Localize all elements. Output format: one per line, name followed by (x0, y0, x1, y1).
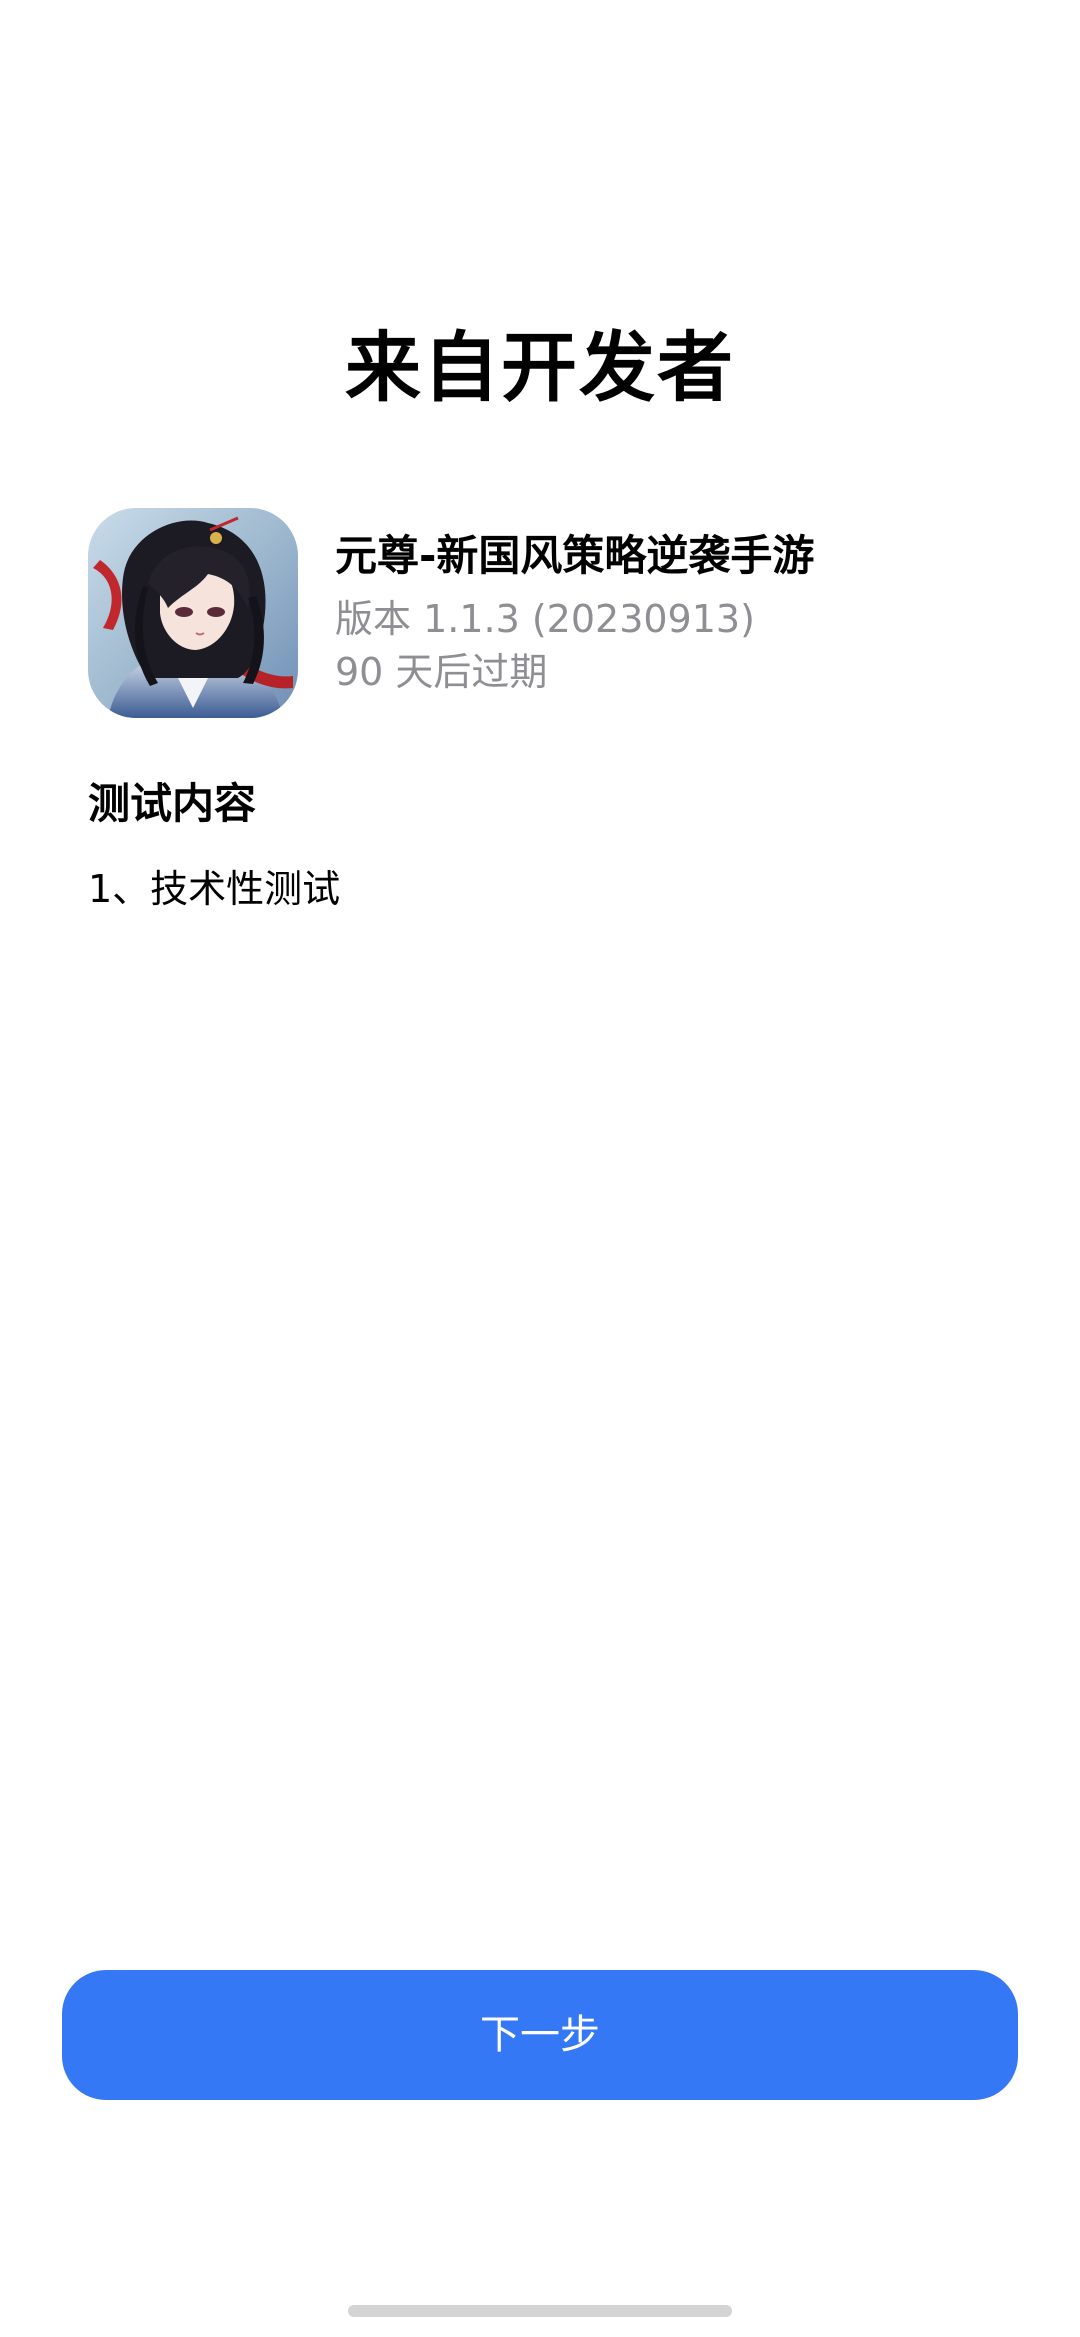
page-title: 来自开发者 (345, 323, 735, 412)
app-version: 版本 1.1.3 (20230913) (335, 597, 755, 641)
home-indicator[interactable] (348, 2305, 732, 2317)
app-expiry: 90 天后过期 (335, 650, 548, 694)
test-content-heading: 测试内容 (88, 779, 257, 828)
app-name: 元尊-新国风策略逆袭手游 (335, 531, 815, 580)
app-icon (88, 508, 298, 718)
test-content-body: 1、技术性测试 (88, 867, 341, 911)
app-info-card: 元尊-新国风策略逆袭手游 版本 1.1.3 (20230913) 90 天后过期 (88, 508, 1008, 718)
next-step-button[interactable]: 下一步 (62, 1970, 1018, 2100)
